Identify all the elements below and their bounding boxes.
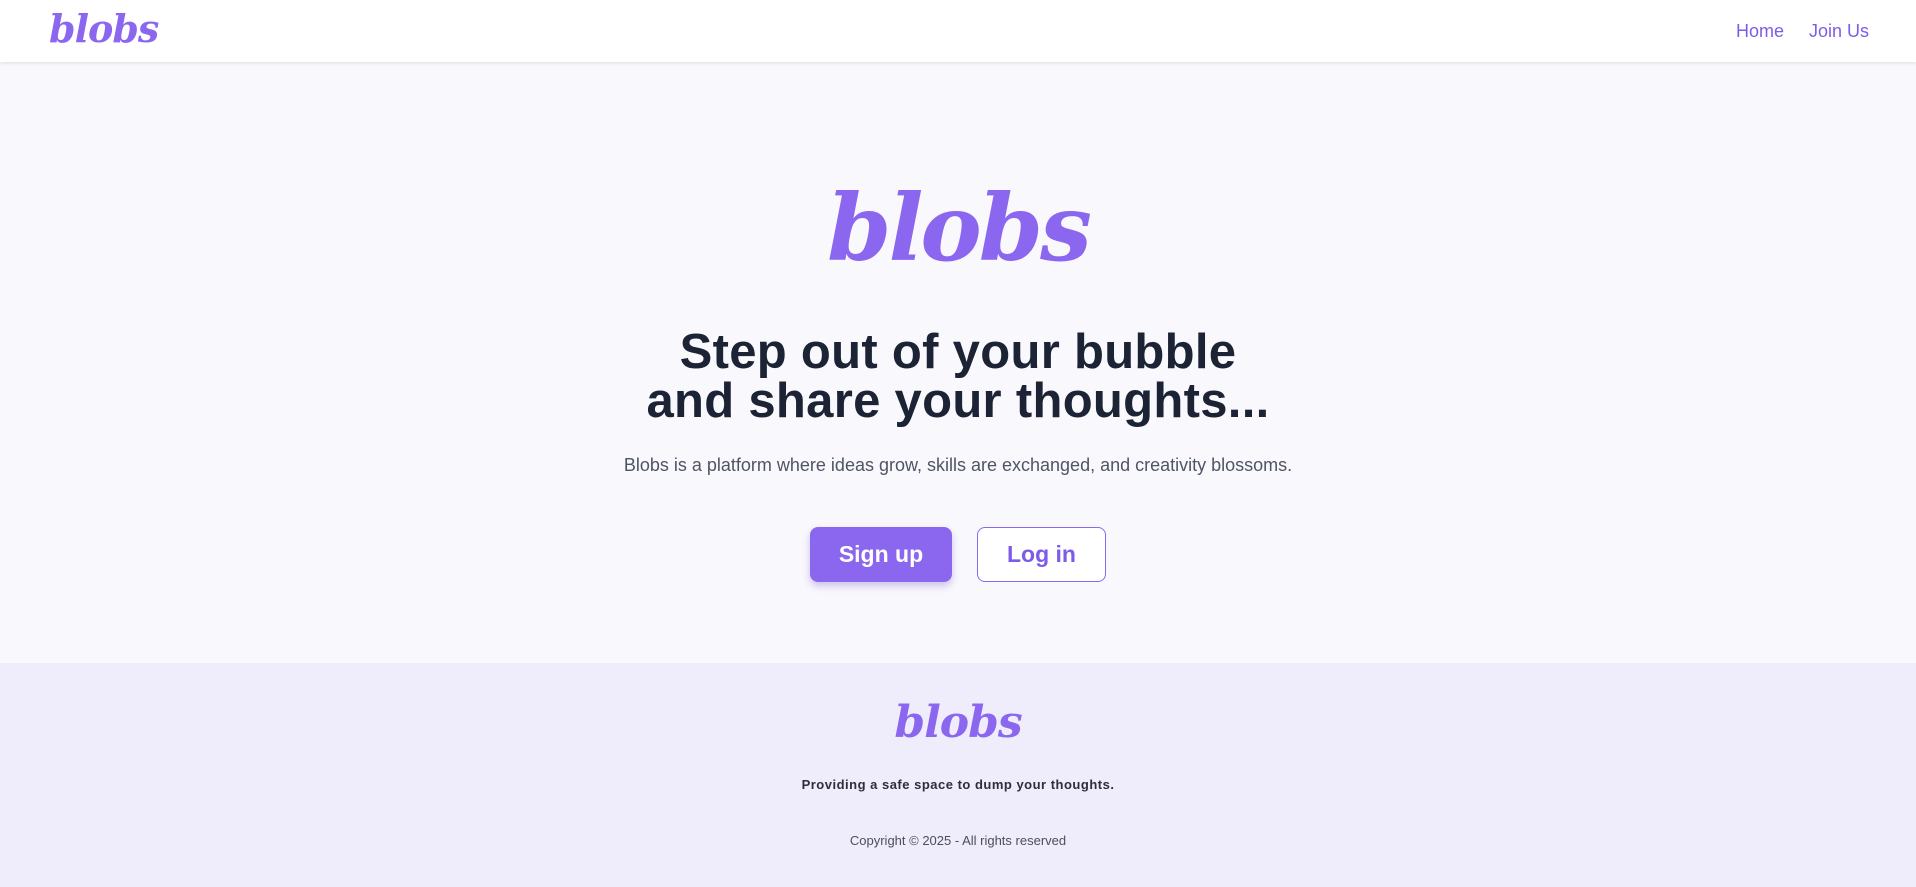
hero-headline-line2: and share your thoughts... [646,374,1270,428]
nav-link-home[interactable]: Home [1736,21,1784,42]
hero-headline: Step out of your bubble and share your t… [0,328,1916,426]
nav-logo[interactable]: blobs [49,10,159,48]
hero-headline-line1: Step out of your bubble [679,325,1237,379]
footer-logo-container: blobs [0,701,1916,745]
top-navbar: blobs Home Join Us [0,0,1916,62]
nav-link-join-us[interactable]: Join Us [1809,21,1869,42]
hero-subtitle: Blobs is a platform where ideas grow, sk… [623,455,1293,475]
page-footer: blobs Providing a safe space to dump you… [0,663,1916,887]
log-in-button[interactable]: Log in [977,527,1106,582]
nav-links: Home Join Us [1736,21,1869,42]
hero-actions: Sign up Log in [0,527,1916,582]
hero-section: blobs Step out of your bubble and share … [0,62,1916,663]
hero-logo-container: blobs [0,182,1916,274]
footer-logo: blobs [894,697,1022,748]
hero-logo: blobs [827,174,1092,282]
footer-copyright: Copyright © 2025 - All rights reserved [849,833,1067,848]
footer-tagline: Providing a safe space to dump your thou… [801,777,1115,792]
sign-up-button[interactable]: Sign up [810,527,952,582]
